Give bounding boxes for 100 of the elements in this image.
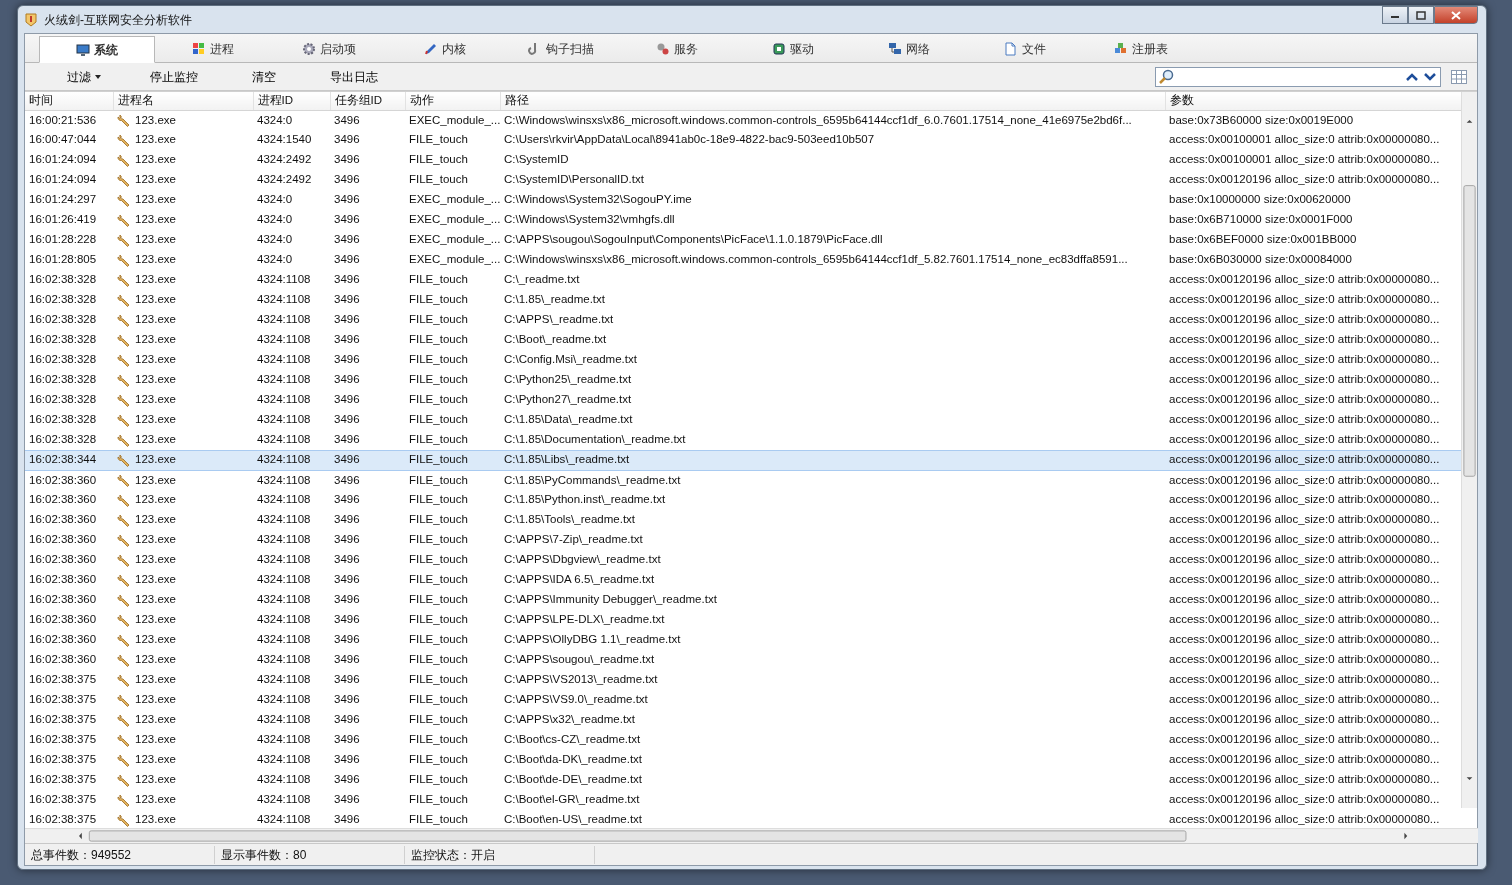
- table-cell-text: 4324:1540: [256, 132, 313, 148]
- table-cell-text: access:0x00120196 alloc_size:0 attrib:0x00000080...: [1168, 632, 1441, 648]
- table-cell-text: 4324:1108: [256, 812, 312, 828]
- minimize-button[interactable]: [1382, 6, 1408, 24]
- table-cell-text: access:0x00120196 alloc_size:0 attrib:0x00000080...: [1168, 732, 1441, 748]
- table-cell-text: 123.exe: [135, 292, 176, 308]
- table-cell-text: 123.exe: [135, 512, 176, 528]
- gears-icon: [656, 42, 670, 56]
- table-cell-text: access:0x00120196 alloc_size:0 attrib:0x00000080...: [1168, 532, 1441, 548]
- column-header[interactable]: 参数: [1165, 92, 1461, 110]
- table-cell-text: 16:02:38:328: [28, 352, 98, 368]
- table-cell-text: access:0x00120196 alloc_size:0 attrib:0x00000080...: [1168, 392, 1441, 408]
- toolbar-button[interactable]: 清空: [219, 65, 309, 88]
- table-cell-text: 123.exe: [135, 412, 176, 428]
- search-field[interactable]: [1155, 66, 1441, 87]
- table-cell-text: FILE_touch: [408, 712, 469, 728]
- table-cell-text: 3496: [333, 752, 361, 768]
- table-cell-text: 16:01:28:228: [28, 232, 98, 248]
- table-cell-text: FILE_touch: [408, 332, 469, 348]
- toolbar-button[interactable]: 停止监控: [129, 65, 219, 88]
- table-cell: access:0x00120196 alloc_size:0 attrib:0x00000080...: [1165, 450, 1461, 470]
- wrench-icon: [117, 693, 131, 707]
- table-cell-text: 3496: [333, 532, 361, 548]
- table-cell-text: 4324:1108: [256, 412, 312, 428]
- tab[interactable]: 进程: [155, 36, 271, 62]
- table-cell-text: C:\Python25\_readme.txt: [503, 372, 633, 388]
- table-cell-text: 123.exe: [135, 712, 176, 728]
- tab[interactable]: 注册表: [1083, 36, 1199, 62]
- table-cell-text: base:0x6B030000 size:0x00084000: [1168, 252, 1353, 268]
- table-cell: C:\Windows\System32\vmhgfs.dll: [500, 210, 1165, 230]
- tab[interactable]: 钩子扫描: [503, 36, 619, 62]
- close-icon: [1451, 10, 1461, 20]
- table-cell: EXEC_module_...: [405, 110, 500, 130]
- tab[interactable]: 系统: [39, 36, 155, 63]
- wrench-icon: [117, 453, 131, 467]
- status-text: 总事件数：949552: [25, 845, 215, 864]
- status-text: 监控状态：开启: [405, 845, 595, 864]
- next-button[interactable]: [1422, 71, 1438, 82]
- wrench-icon: [117, 113, 131, 128]
- table-cell-text: 123.exe: [135, 352, 176, 368]
- table-cell-text: 16:02:38:328: [28, 292, 98, 308]
- table-cell-text: 4324:1108: [256, 792, 312, 808]
- tab[interactable]: 驱动: [735, 36, 851, 62]
- column-header[interactable]: 时间: [25, 92, 113, 110]
- column-header[interactable]: 任务组ID: [330, 92, 405, 110]
- table-cell: 4324:1108: [253, 470, 330, 490]
- table-cell-text: access:0x00100001 alloc_size:0 attrib:0x00000080...: [1168, 152, 1441, 168]
- filter-dropdown[interactable]: 过滤: [39, 65, 129, 88]
- wrench-icon: [117, 573, 131, 587]
- window-title: 火绒剑-互联网安全分析软件: [44, 11, 192, 29]
- tab[interactable]: 服务: [619, 36, 735, 62]
- table-cell: C:\1.85\Documentation\_readme.txt: [500, 430, 1165, 450]
- table-cell-text: C:\APPS\Dbgview\_readme.txt: [503, 552, 662, 568]
- table-cell-text: 16:01:24:094: [28, 152, 98, 168]
- app-icon: [24, 12, 38, 27]
- column-header[interactable]: 动作: [405, 92, 500, 110]
- wrench-icon: [117, 713, 131, 727]
- tab[interactable]: 启动项: [271, 36, 387, 62]
- table-cell: FILE_touch: [405, 450, 500, 470]
- table-cell: 16:02:38:344: [25, 450, 113, 470]
- table-cell-text: 123.exe: [135, 692, 176, 708]
- four-squares-icon: [192, 42, 206, 56]
- wrench-icon: [117, 653, 131, 667]
- toolbar-button[interactable]: 导出日志: [309, 65, 399, 88]
- maximize-button[interactable]: [1408, 6, 1434, 24]
- wrench-icon: [117, 553, 131, 567]
- table-cell-text: 3496: [333, 812, 361, 828]
- column-header[interactable]: 进程ID: [253, 92, 330, 110]
- table-cell-text: 4324:0: [256, 212, 294, 228]
- tab[interactable]: 网络: [851, 36, 967, 62]
- table-cell-text: 16:02:38:360: [28, 632, 98, 648]
- wrench-icon: [117, 753, 131, 767]
- tab[interactable]: 文件: [967, 36, 1083, 62]
- table-cell-text: C:\Boot\cs-CZ\_readme.txt: [503, 732, 642, 748]
- table-cell-text: 4324:1108: [256, 572, 312, 588]
- wrench-icon: [117, 353, 131, 367]
- table-cell-text: access:0x00120196 alloc_size:0 attrib:0x00000080...: [1168, 572, 1441, 588]
- table-cell-text: 16:02:38:375: [28, 672, 98, 688]
- table-cell-text: 16:02:38:360: [28, 552, 98, 568]
- table-cell-text: access:0x00120196 alloc_size:0 attrib:0x00000080...: [1168, 712, 1441, 728]
- table-cell-text: 3496: [333, 512, 361, 528]
- column-header[interactable]: 路径: [500, 92, 1165, 110]
- previous-button[interactable]: [1404, 71, 1420, 82]
- table-cell-text: access:0x00100001 alloc_size:0 attrib:0x00000080...: [1168, 132, 1441, 148]
- close-button[interactable]: [1434, 6, 1478, 24]
- table-cell-text: 16:01:26:419: [28, 212, 98, 228]
- columns-button[interactable]: [1451, 69, 1467, 84]
- table-cell: access:0x00120196 alloc_size:0 attrib:0x00000080...: [1165, 470, 1461, 490]
- table-cell-text: 16:01:24:297: [28, 192, 98, 208]
- column-header[interactable]: 进程名: [113, 92, 253, 110]
- table-cell-text: C:\1.85\Data\_readme.txt: [503, 412, 634, 428]
- wrench-icon: [117, 613, 131, 627]
- table-cell-text: FILE_touch: [408, 692, 469, 708]
- wrench-icon: [117, 413, 131, 427]
- table-cell-text: 4324:1108: [256, 772, 312, 788]
- table-cell-text: C:\Boot\el-GR\_readme.txt: [503, 792, 641, 808]
- table-cell-text: FILE_touch: [408, 752, 469, 768]
- table-cell: C:\1.85\Libs\_readme.txt: [500, 450, 1165, 470]
- table-cell-text: FILE_touch: [408, 372, 469, 388]
- tab[interactable]: 内核: [387, 36, 503, 62]
